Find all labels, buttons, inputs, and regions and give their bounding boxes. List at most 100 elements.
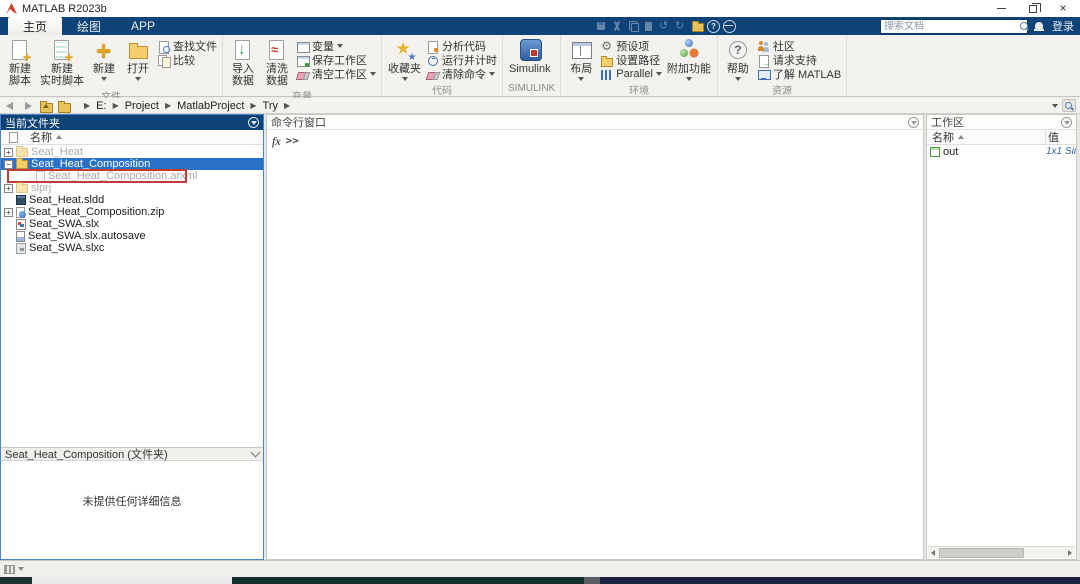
add-ons-button[interactable]: 附加功能 [664,36,714,81]
window-title: MATLAB R2023b [22,2,107,15]
new-live-script-button[interactable]: 新建实时脚本 [37,36,87,87]
compare-button[interactable]: 比较 [155,53,219,68]
up-folder-icon[interactable] [39,100,54,113]
copy-icon[interactable] [627,20,639,32]
breadcrumb-item-MatlabProject[interactable]: MatlabProject [175,100,246,112]
folder-file-icon [16,158,28,169]
tree-row-Seat_Heat.sldd[interactable]: Seat_Heat.sldd [1,194,263,206]
name-column-label: 名称 [30,132,52,144]
ribbon-tabs: 主页 绘图 APP [0,17,170,35]
command-window-body[interactable]: fx >> [267,130,923,149]
breadcrumb-item-Project[interactable]: Project [123,100,161,112]
save-icon[interactable] [595,20,607,32]
variable-button[interactable]: 变量 [294,39,378,53]
tree-row-Seat_Heat_Composition.arxml[interactable]: Seat_Heat_Composition.arxml [1,169,263,183]
doc-search-input[interactable] [881,21,1019,32]
expander-icon[interactable]: − [4,159,13,169]
browse-folder-icon[interactable] [57,100,72,113]
tab-主页[interactable]: 主页 [8,17,63,35]
simulink-button[interactable]: Simulink [506,36,554,75]
workspace-value-column[interactable]: 值 [1046,129,1076,145]
tree-row-Seat_Heat_Composition.zip[interactable]: + Seat_Heat_Composition.zip [1,206,263,218]
tree-row-Seat_Heat[interactable]: + Seat_Heat [1,146,263,158]
status-grid-icon[interactable] [4,564,15,574]
expander-icon[interactable]: + [4,147,13,157]
new-script-button[interactable]: 新建脚本 [3,36,37,87]
new-live-script-icon [50,38,74,63]
new-script-icon [8,38,32,63]
details-header[interactable]: Seat_Heat_Composition (文件夹) [1,447,263,461]
redo-icon[interactable] [675,20,687,32]
workspace-hscrollbar[interactable] [928,546,1075,558]
layout-icon [569,38,593,62]
scroll-right-icon[interactable] [1064,547,1075,558]
clean-data-button[interactable]: 清洗数据 [260,36,294,87]
variable-value: 1x1 Sim [1046,146,1076,157]
import-data-button[interactable]: 导入数据 [226,36,260,87]
simulink-icon [518,38,542,62]
back-icon[interactable] [4,100,18,112]
breadcrumb-item-Try[interactable]: Try [261,100,280,112]
run-time-button[interactable]: 运行并计时 [424,53,499,67]
cut-icon[interactable] [611,20,623,32]
clear-commands-button[interactable]: 清除命令 [424,67,499,81]
scroll-left-icon[interactable] [928,547,939,558]
ribbon-section-label: 资源 [772,86,793,97]
tree-row-Seat_SWA.slxc[interactable]: Seat_SWA.slxc [1,242,263,254]
learn-matlab-button[interactable]: 了解 MATLAB [755,67,843,81]
panel-menu-icon[interactable] [1061,116,1072,128]
set-path-button[interactable]: 设置路径 [598,53,664,67]
open-button[interactable]: 打开 [121,36,155,81]
workspace-name-column[interactable]: 名称 [927,129,1046,145]
tree-row-Seat_SWA.slx[interactable]: Seat_SWA.slx [1,218,263,230]
layout-button[interactable]: 布局 [564,36,598,81]
tab-APP[interactable]: APP [116,17,170,35]
request-support-button[interactable]: 请求支持 [755,53,843,68]
address-dropdown-icon[interactable] [1052,103,1058,108]
tab-绘图[interactable]: 绘图 [62,17,116,35]
paste-icon[interactable] [643,20,655,32]
folder-search-icon[interactable] [1062,99,1076,112]
button-label: 附加功能 [666,63,711,75]
expander-icon[interactable]: + [4,207,13,217]
clear-ws-button[interactable]: 清空工作区 [294,67,378,81]
clear-ws-icon [296,68,309,81]
button-label: Parallel [616,68,653,80]
favorites-button[interactable]: 收藏夹 [385,36,424,81]
panel-menu-icon[interactable] [248,117,259,128]
folder-icon[interactable] [691,20,704,32]
save-ws-button[interactable]: 保存工作区 [294,53,378,67]
undo-icon[interactable] [659,20,671,32]
breadcrumb-item-E[interactable]: E: [94,100,108,112]
tree-row-Seat_SWA.slx.autosave[interactable]: Seat_SWA.slx.autosave [1,230,263,242]
expander-icon[interactable]: + [4,183,13,193]
community-button[interactable]: 社区 [755,39,843,53]
variable-icon [930,146,940,157]
globe-icon[interactable] [723,20,736,33]
find-files-button[interactable]: 查找文件 [155,39,219,54]
status-dropdown-icon[interactable] [18,567,24,571]
notifications-bell-icon[interactable] [1034,21,1044,32]
import-data-icon [231,38,255,62]
minimize-button[interactable] [986,0,1016,17]
search-icon[interactable] [1019,21,1028,32]
tree-row-Seat_Heat_Composition[interactable]: − Seat_Heat_Composition [1,158,263,170]
forward-icon[interactable] [22,100,36,112]
restore-button[interactable] [1018,0,1048,17]
tree-row-slprj[interactable]: + slprj [1,182,263,194]
help-icon [726,38,750,62]
help-icon[interactable] [707,20,720,33]
workspace-row-out[interactable]: out 1x1 Sim [927,145,1076,158]
breadcrumb-separator-icon: ▶ [164,101,172,110]
scroll-thumb[interactable] [939,547,1024,558]
new-button[interactable]: 新建 [87,36,121,81]
sign-in-button[interactable]: 登录 [1052,18,1074,34]
panel-menu-icon[interactable] [908,116,919,128]
analyze-code-button[interactable]: 分析代码 [424,39,499,54]
preferences-button[interactable]: 预设项 [598,39,664,54]
name-column-header[interactable]: 名称 [1,130,263,145]
close-button[interactable]: × [1048,0,1078,17]
help-button[interactable]: 帮助 [721,36,755,81]
command-window-title: 命令行窗口 [271,117,326,129]
parallel-button[interactable]: Parallel [598,67,664,81]
